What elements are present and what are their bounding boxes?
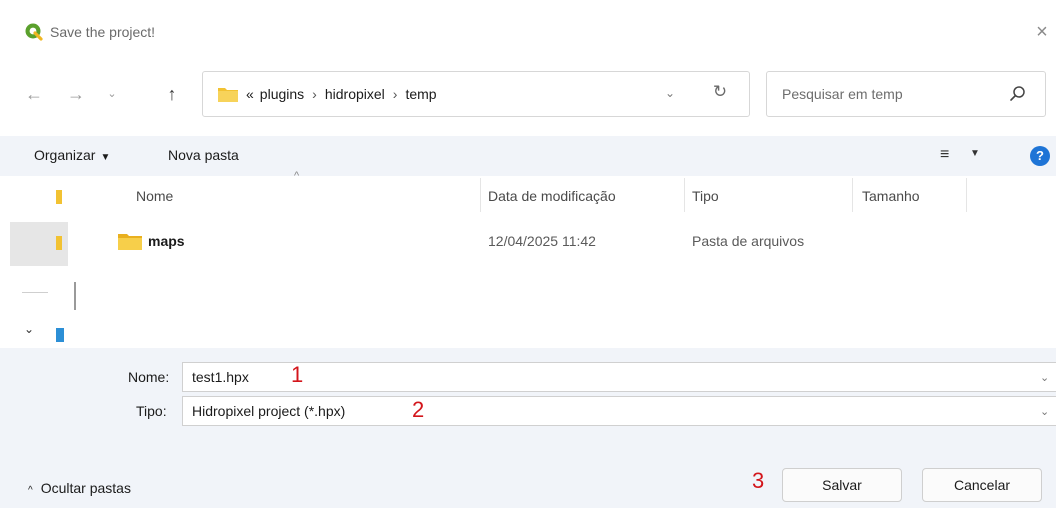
hide-folders-label[interactable]: Ocultar pastas (41, 480, 131, 496)
breadcrumb[interactable]: « plugins › hidropixel › temp (246, 86, 437, 102)
file-type-label: Tipo: (136, 403, 167, 419)
forward-arrow-icon[interactable]: → (62, 80, 90, 108)
chevron-up-icon[interactable]: ^ (28, 485, 33, 496)
this-pc-icon[interactable] (56, 328, 64, 342)
sort-ascending-icon: ^ (294, 170, 300, 182)
column-divider[interactable] (684, 178, 685, 212)
annotation-number: 1 (291, 362, 304, 387)
qgis-logo-icon (25, 23, 43, 41)
file-row-date[interactable]: 12/04/2025 11:42 (488, 233, 596, 249)
expand-chevron-icon[interactable]: ⌄ (24, 322, 34, 336)
back-arrow-icon[interactable]: ← (20, 80, 48, 108)
search-icon[interactable] (1008, 84, 1028, 104)
caret-down-icon[interactable]: ▼ (100, 152, 110, 163)
file-name-input[interactable] (182, 362, 1056, 392)
file-name-value[interactable]: test1.hpx (192, 369, 249, 385)
refresh-icon[interactable]: ↻ (708, 82, 732, 102)
window-title: Save the project! (50, 24, 156, 40)
breadcrumb-overflow[interactable]: « (246, 86, 254, 102)
recent-locations-chevron-icon[interactable]: ⌄ (98, 80, 126, 108)
breadcrumb-hidropixel[interactable]: hidropixel (325, 86, 385, 102)
column-divider[interactable] (966, 178, 967, 212)
column-header-name[interactable]: Nome (136, 188, 173, 204)
organize-label[interactable]: Organizar (34, 147, 95, 163)
file-row-name[interactable]: maps (148, 233, 185, 249)
column-header-date[interactable]: Data de modificação (488, 188, 616, 204)
folder-icon (218, 88, 238, 102)
breadcrumb-separator: › (392, 86, 398, 102)
column-divider[interactable] (480, 178, 481, 212)
caret-down-icon[interactable]: ▼ (970, 148, 980, 159)
file-name-label: Nome: (128, 369, 170, 385)
help-icon[interactable]: ? (1030, 146, 1050, 166)
save-button[interactable]: Salvar (782, 468, 902, 502)
organize-menu[interactable]: Organizar ▼ (34, 147, 110, 163)
chevron-down-icon[interactable]: ⌄ (1040, 405, 1049, 418)
annotation-number: 2 (412, 397, 425, 422)
view-options-icon[interactable]: ≡ (940, 146, 949, 164)
command-bar (0, 136, 1056, 176)
chevron-down-icon[interactable]: ⌄ (660, 86, 680, 100)
title-bar (0, 0, 1056, 64)
column-header-size[interactable]: Tamanho (862, 188, 920, 204)
file-row-type[interactable]: Pasta de arquivos (692, 233, 804, 249)
nav-folder-icon[interactable] (56, 236, 62, 250)
cancel-button[interactable]: Cancelar (922, 468, 1042, 502)
close-icon[interactable]: × (1028, 18, 1056, 46)
folder-icon[interactable] (118, 232, 142, 250)
breadcrumb-separator: › (312, 86, 317, 102)
column-header-type[interactable]: Tipo (692, 188, 719, 204)
chevron-down-icon[interactable]: ⌄ (1040, 371, 1049, 384)
breadcrumb-plugins[interactable]: plugins (260, 86, 304, 102)
nav-scrollbar[interactable] (74, 282, 76, 310)
up-arrow-icon[interactable]: ↑ (158, 80, 186, 108)
new-folder-button[interactable]: Nova pasta (168, 147, 239, 163)
nav-divider (22, 292, 48, 293)
search-placeholder[interactable]: Pesquisar em temp (782, 86, 903, 102)
file-type-value[interactable]: Hidropixel project (*.hpx) (192, 403, 345, 419)
annotation-number: 3 (752, 468, 765, 493)
hide-folders-toggle[interactable]: ^ Ocultar pastas (28, 480, 131, 496)
breadcrumb-temp[interactable]: temp (405, 86, 436, 102)
nav-folder-icon[interactable] (56, 190, 62, 204)
column-divider[interactable] (852, 178, 853, 212)
